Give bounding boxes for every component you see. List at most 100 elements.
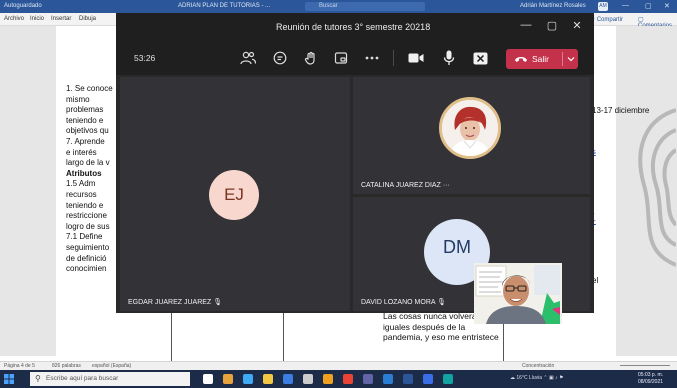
minimize-icon[interactable]: — bbox=[519, 19, 533, 31]
participant-avatar: EJ bbox=[209, 170, 259, 220]
status-page[interactable]: Página 4 de 5 bbox=[4, 363, 35, 369]
share-button[interactable]: ↗ Compartir bbox=[590, 16, 623, 23]
doc-line: recursos bbox=[66, 189, 97, 199]
doc-line: teniendo e bbox=[66, 200, 104, 210]
participant-tile-egdar[interactable]: EJ EGDAR JUAREZ JUAREZ 🎙 bbox=[120, 77, 350, 311]
taskbar-app-icon[interactable] bbox=[403, 374, 413, 384]
taskbar-clock[interactable]: 05:03 p. m. 08/09/2021 bbox=[638, 372, 663, 386]
participants-icon[interactable] bbox=[239, 49, 257, 67]
hang-up-icon bbox=[515, 57, 527, 62]
participant-name: CATALINA JUAREZ DIAZ bbox=[361, 182, 441, 189]
status-language[interactable]: español (España) bbox=[92, 363, 131, 369]
more-options-icon[interactable]: ··· bbox=[443, 182, 450, 189]
taskbar-app-icon[interactable] bbox=[343, 374, 353, 384]
word-minimize-icon[interactable]: — bbox=[622, 2, 629, 9]
mic-icon: 🎙 bbox=[437, 299, 447, 306]
word-close-icon[interactable]: ✕ bbox=[664, 2, 670, 10]
tab-dibujar[interactable]: Dibuja bbox=[79, 16, 96, 22]
weather-text: 16°C Lluvia bbox=[516, 375, 543, 381]
taskbar-app-icon[interactable] bbox=[363, 374, 373, 384]
taskbar-app-icon[interactable] bbox=[243, 374, 253, 384]
participant-name-label: CATALINA JUAREZ DIAZ ··· bbox=[361, 182, 450, 189]
doc-line: conocimien bbox=[66, 264, 107, 274]
taskbar-app-icon[interactable] bbox=[423, 374, 433, 384]
doc-heading: Atributos bbox=[66, 168, 102, 178]
participant-name: DAVID LOZANO MORA bbox=[361, 299, 436, 306]
word-status-bar: Página 4 de 5 826 palabras español (Espa… bbox=[0, 361, 677, 370]
table-border bbox=[171, 313, 172, 361]
tab-insertar[interactable]: Insertar bbox=[51, 16, 71, 22]
word-title-bar: Autoguardado ADRIAN PLAN DE TUTORIAS - .… bbox=[0, 0, 677, 13]
tab-inicio[interactable]: Inicio bbox=[30, 16, 44, 22]
tray-icons: ⌃ ▣ ♪ ⚑ bbox=[543, 375, 564, 381]
clock-date: 08/09/2021 bbox=[638, 379, 664, 385]
taskbar-app-icon[interactable] bbox=[303, 374, 313, 384]
chevron-down-icon[interactable] bbox=[565, 52, 577, 66]
chat-icon[interactable] bbox=[271, 49, 289, 67]
maximize-icon[interactable]: ▢ bbox=[545, 19, 559, 32]
doc-line: e interés bbox=[66, 147, 97, 157]
close-icon[interactable]: ✕ bbox=[570, 19, 584, 32]
mic-icon: 🎙 bbox=[213, 299, 223, 306]
leave-meeting-button[interactable]: Salir bbox=[506, 49, 578, 69]
leave-divider bbox=[562, 52, 563, 66]
doc-line: largo de la v bbox=[66, 158, 110, 168]
autosave-label[interactable]: Autoguardado bbox=[4, 3, 42, 9]
doc-line: restriccione bbox=[66, 211, 107, 221]
taskbar-app-icon[interactable] bbox=[283, 374, 293, 384]
taskbar-app-icon[interactable] bbox=[263, 374, 273, 384]
stop-sharing-icon[interactable] bbox=[471, 49, 489, 67]
meeting-control-bar: 53:26 Salir bbox=[116, 41, 594, 75]
word-maximize-icon[interactable]: ▢ bbox=[645, 2, 652, 10]
doc-line: mismo bbox=[66, 94, 90, 104]
more-options-icon[interactable] bbox=[363, 49, 381, 67]
taskbar-search-placeholder: Escribe aquí para buscar bbox=[46, 375, 119, 382]
weather-icon: ☁ bbox=[510, 375, 515, 381]
taskbar-search-input[interactable]: ⚲ Escribe aquí para buscar bbox=[30, 372, 190, 386]
windows-taskbar: ⚲ Escribe aquí para buscar ☁ 16°C Lluvia… bbox=[0, 370, 677, 388]
share-label: Compartir bbox=[596, 17, 624, 23]
word-search-box[interactable]: Buscar bbox=[305, 2, 425, 11]
taskbar-app-icon[interactable] bbox=[203, 374, 213, 384]
doc-line: de definició bbox=[66, 253, 107, 263]
participant-photo bbox=[439, 97, 501, 159]
meeting-timer: 53:26 bbox=[134, 53, 156, 63]
doc-line: seguimiento bbox=[66, 242, 110, 252]
zoom-slider[interactable] bbox=[620, 365, 670, 366]
word-user-avatar[interactable]: AM bbox=[598, 2, 608, 11]
taskbar-app-icon[interactable] bbox=[443, 374, 453, 384]
status-words[interactable]: 826 palabras bbox=[52, 363, 81, 369]
document-title: ADRIAN PLAN DE TUTORIAS - ... bbox=[178, 3, 271, 9]
doc-line: objetivos qu bbox=[66, 126, 109, 136]
participant-name-label: EGDAR JUAREZ JUAREZ 🎙 bbox=[128, 298, 222, 306]
leave-label: Salir bbox=[532, 54, 550, 64]
clock-time: 05:03 p. m. bbox=[638, 372, 664, 378]
raise-hand-icon[interactable] bbox=[302, 49, 320, 67]
word-user-name[interactable]: Adrián Martínez Rosales bbox=[520, 3, 586, 9]
microphone-icon[interactable] bbox=[440, 49, 458, 67]
word-search-placeholder: Buscar bbox=[319, 3, 338, 9]
control-separator bbox=[393, 50, 394, 66]
decorative-wave-graphic bbox=[638, 108, 676, 267]
doc-line: teniendo e bbox=[66, 115, 104, 125]
status-focus[interactable]: Concentración bbox=[522, 363, 554, 369]
taskbar-app-icon[interactable] bbox=[383, 374, 393, 384]
woman-profile-photo bbox=[442, 100, 498, 156]
participant-name: EGDAR JUAREZ JUAREZ bbox=[128, 299, 212, 306]
doc-line: 1.5 Adm bbox=[66, 179, 96, 189]
participant-tile-catalina[interactable]: CATALINA JUAREZ DIAZ ··· bbox=[353, 77, 590, 194]
doc-line: 7.1 Define bbox=[66, 232, 103, 242]
camera-icon[interactable] bbox=[407, 49, 425, 67]
search-icon: ⚲ bbox=[35, 374, 41, 383]
meeting-title: Reunión de tutores 3° semestre 20218 bbox=[276, 22, 431, 32]
taskbar-app-icon[interactable] bbox=[323, 374, 333, 384]
tab-archivo[interactable]: Archivo bbox=[4, 16, 24, 22]
system-tray[interactable]: ☁ 16°C Lluvia ⌃ ▣ ♪ ⚑ bbox=[510, 375, 563, 381]
taskbar-app-icon[interactable] bbox=[223, 374, 233, 384]
doc-line: problemas bbox=[66, 105, 104, 115]
self-view-video[interactable] bbox=[474, 263, 562, 324]
doc-line: 1. Se conoce bbox=[66, 84, 113, 93]
windows-start-icon[interactable] bbox=[4, 374, 14, 384]
participant-name-label: DAVID LOZANO MORA 🎙 bbox=[361, 298, 446, 306]
share-tray-icon[interactable] bbox=[332, 49, 350, 67]
